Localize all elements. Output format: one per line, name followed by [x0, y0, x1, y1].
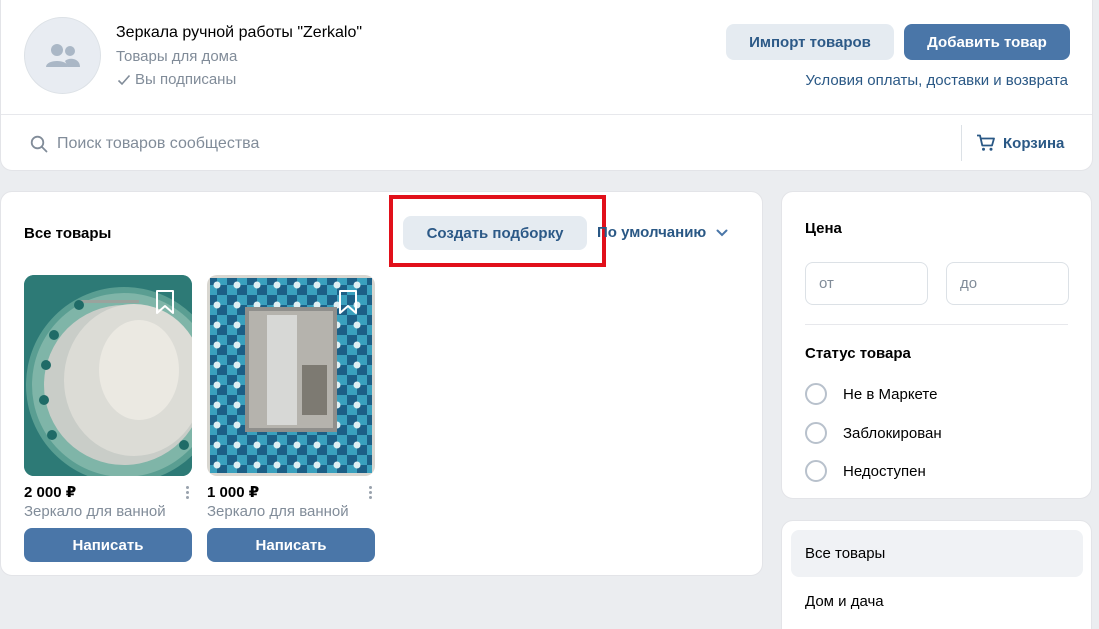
- radio-button[interactable]: [805, 422, 827, 444]
- cart-icon: [977, 134, 995, 151]
- community-header: Зеркала ручной работы "Zerkalo" Товары д…: [0, 0, 1093, 171]
- group-category: Товары для дома: [116, 48, 238, 65]
- price-to-input[interactable]: [946, 262, 1069, 305]
- sort-label: По умолчанию: [597, 224, 707, 241]
- import-products-button[interactable]: Импорт товаров: [726, 24, 894, 60]
- subscription-status[interactable]: Вы подписаны: [117, 71, 236, 88]
- sort-dropdown[interactable]: По умолчанию: [597, 224, 728, 241]
- write-seller-button[interactable]: Написать: [24, 528, 192, 562]
- status-option-not-in-market[interactable]: Не в Маркете: [805, 383, 937, 405]
- more-vertical-icon[interactable]: [182, 485, 192, 499]
- more-vertical-icon[interactable]: [365, 485, 375, 499]
- cart-button[interactable]: Корзина: [976, 134, 1064, 152]
- status-option-blocked[interactable]: Заблокирован: [805, 422, 942, 444]
- products-section: Все товары Создать подборку По умолчанию: [0, 191, 763, 576]
- bookmark-icon[interactable]: [337, 289, 359, 315]
- search-icon: [30, 135, 48, 153]
- check-icon: [117, 74, 131, 85]
- subscription-label: Вы подписаны: [135, 71, 237, 88]
- group-name[interactable]: Зеркала ручной работы "Zerkalo": [116, 24, 362, 42]
- product-price: 1 000 ₽: [207, 484, 260, 501]
- add-product-button[interactable]: Добавить товар: [904, 24, 1070, 60]
- product-title[interactable]: Зеркало для ванной: [207, 503, 375, 520]
- radio-button[interactable]: [805, 460, 827, 482]
- search-input[interactable]: [57, 132, 917, 156]
- group-avatar-icon[interactable]: [24, 17, 101, 94]
- cart-label: Корзина: [1003, 134, 1065, 152]
- filters-panel: Цена Статус товара Не в Маркете Заблокир…: [781, 191, 1092, 499]
- status-heading: Статус товара: [805, 345, 911, 362]
- divider: [961, 125, 962, 161]
- category-item-home[interactable]: Дом и дача: [805, 593, 884, 610]
- terms-link[interactable]: Условия оплаты, доставки и возврата: [805, 72, 1068, 89]
- bookmark-icon[interactable]: [154, 289, 176, 315]
- product-price: 2 000 ₽: [24, 484, 77, 501]
- divider: [1, 114, 1092, 115]
- highlight-annotation: [389, 195, 606, 267]
- product-title[interactable]: Зеркало для ванной: [24, 503, 192, 520]
- write-seller-button[interactable]: Написать: [207, 528, 375, 562]
- status-option-label: Недоступен: [843, 462, 926, 480]
- status-option-unavailable[interactable]: Недоступен: [805, 460, 926, 482]
- status-option-label: Заблокирован: [843, 424, 942, 442]
- product-image[interactable]: [207, 275, 375, 476]
- product-card[interactable]: 1 000 ₽ Зеркало для ванной Написать: [207, 275, 375, 562]
- status-option-label: Не в Маркете: [843, 385, 938, 403]
- price-from-input[interactable]: [805, 262, 928, 305]
- section-title: Все товары: [24, 225, 112, 242]
- category-item-all[interactable]: Все товары: [791, 530, 1083, 577]
- price-heading: Цена: [805, 220, 842, 237]
- radio-button[interactable]: [805, 383, 827, 405]
- chevron-down-icon: [716, 229, 728, 236]
- divider: [805, 324, 1068, 325]
- product-card[interactable]: 2 000 ₽ Зеркало для ванной Написать: [24, 275, 192, 562]
- product-image[interactable]: [24, 275, 192, 476]
- categories-panel: Все товары Дом и дача: [781, 520, 1092, 629]
